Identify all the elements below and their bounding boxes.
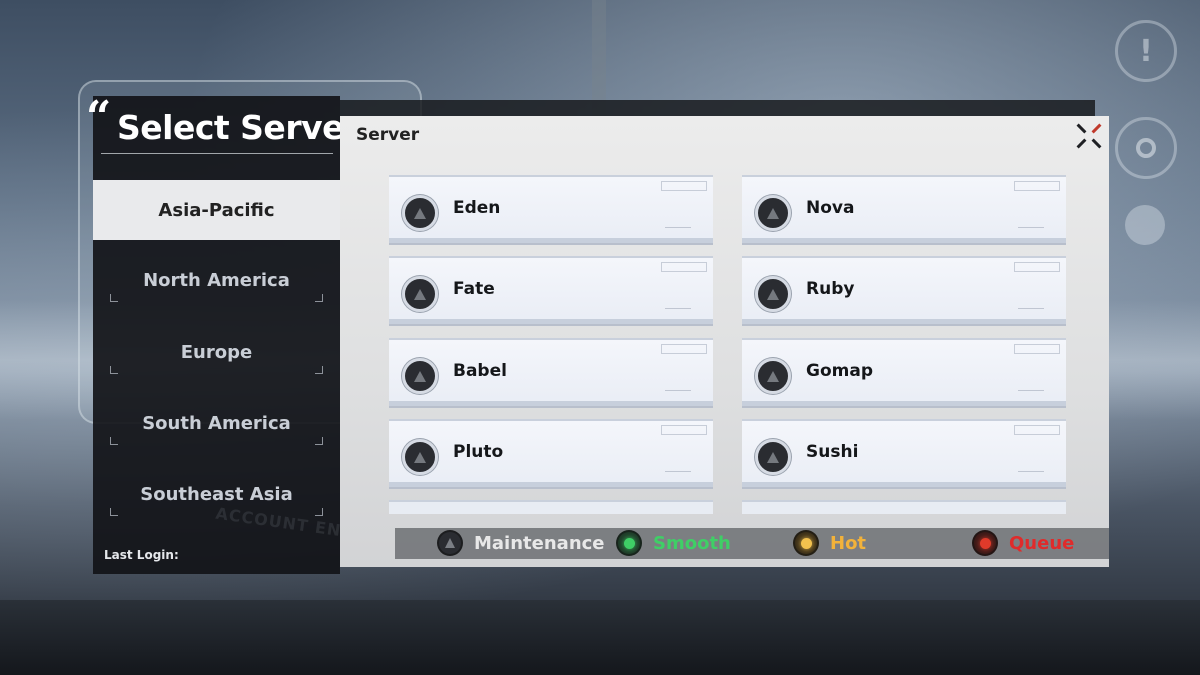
status-triangle-icon [755,195,791,231]
server-name: Sushi [806,442,859,462]
card-decoration [665,308,691,315]
queue-status-icon [972,530,998,556]
server-name: Fate [453,279,495,299]
region-label: Asia-Pacific [158,199,275,221]
card-tag [1014,181,1060,191]
corner-decor [315,437,323,445]
close-icon-accent [1091,123,1102,134]
region-tab-south-america[interactable]: South America [93,393,340,453]
page-title: Select Server [117,108,360,147]
region-label: Europe [180,341,253,363]
corner-decor [315,508,323,516]
card-decoration [1018,390,1044,397]
server-card-eden[interactable]: Eden [389,175,713,243]
server-card-partial[interactable] [742,500,1066,514]
background-stage [0,600,1200,675]
gear-icon [1136,138,1156,158]
close-icon [1076,123,1087,134]
status-triangle-icon [445,538,455,548]
card-decoration [665,227,691,234]
card-tag [1014,425,1060,435]
status-triangle-icon [755,439,791,475]
server-card-ruby[interactable]: Ruby [742,256,1066,324]
server-card-nova[interactable]: Nova [742,175,1066,243]
card-stripe [742,319,1066,324]
card-stripe [742,482,1066,487]
account-icon[interactable] [1125,205,1165,245]
title-divider [101,153,333,154]
region-tab-north-america[interactable]: North America [93,250,340,310]
card-decoration [665,390,691,397]
legend-label: Maintenance [474,532,605,554]
status-triangle-icon [755,358,791,394]
server-name: Nova [806,198,855,218]
card-stripe [389,238,713,243]
corner-decor [110,508,118,516]
legend-smooth: Smooth [616,529,731,557]
card-stripe [742,238,1066,243]
region-tab-europe[interactable]: Europe [93,322,340,382]
card-tag [661,344,707,354]
status-triangle-icon [755,276,791,312]
region-tab-asia-pacific[interactable]: Asia-Pacific [93,180,340,240]
server-card-gomap[interactable]: Gomap [742,338,1066,406]
server-card-pluto[interactable]: Pluto [389,419,713,487]
close-icon-stroke [1091,138,1102,149]
card-stripe [389,401,713,406]
smooth-status-icon [616,530,642,556]
card-decoration [665,471,691,478]
server-card-sushi[interactable]: Sushi [742,419,1066,487]
server-name: Eden [453,198,501,218]
card-tag [661,425,707,435]
close-icon-stroke [1076,138,1087,149]
last-login-label: Last Login: [104,548,179,562]
server-card-fate[interactable]: Fate [389,256,713,324]
card-stripe [389,319,713,324]
card-stripe [389,482,713,487]
legend-label: Smooth [653,532,731,554]
region-label: North America [143,269,290,291]
close-button[interactable] [1073,121,1105,153]
region-label: South America [142,412,291,434]
legend-hot: Hot [793,529,866,557]
corner-decor [110,366,118,374]
card-decoration [1018,227,1044,234]
hot-status-icon [793,530,819,556]
server-name: Babel [453,361,507,381]
card-tag [661,262,707,272]
corner-decor [110,437,118,445]
server-name: Gomap [806,361,873,381]
corner-decor [315,366,323,374]
card-tag [661,181,707,191]
panel-title: Server [356,125,420,145]
card-decoration [1018,471,1044,478]
status-triangle-icon [402,439,438,475]
legend-label: Queue [1009,532,1075,554]
card-tag [1014,262,1060,272]
status-triangle-icon [402,276,438,312]
card-decoration [1018,308,1044,315]
corner-decor [315,294,323,302]
legend-label: Hot [830,532,867,554]
server-card-babel[interactable]: Babel [389,338,713,406]
legend-maintenance: Maintenance [437,529,605,557]
status-triangle-icon [402,195,438,231]
alert-icon[interactable]: ! [1115,20,1177,82]
status-triangle-icon [402,358,438,394]
panel-header-bar [340,100,1095,116]
maintenance-status-icon [437,530,463,556]
card-tag [1014,344,1060,354]
region-label: Southeast Asia [140,483,293,505]
server-name: Ruby [806,279,855,299]
card-stripe [742,401,1066,406]
server-card-partial[interactable] [389,500,713,514]
settings-icon[interactable] [1115,117,1177,179]
corner-decor [110,294,118,302]
server-name: Pluto [453,442,504,462]
quote-mark-icon: “ [86,92,112,143]
legend-queue: Queue [972,529,1074,557]
